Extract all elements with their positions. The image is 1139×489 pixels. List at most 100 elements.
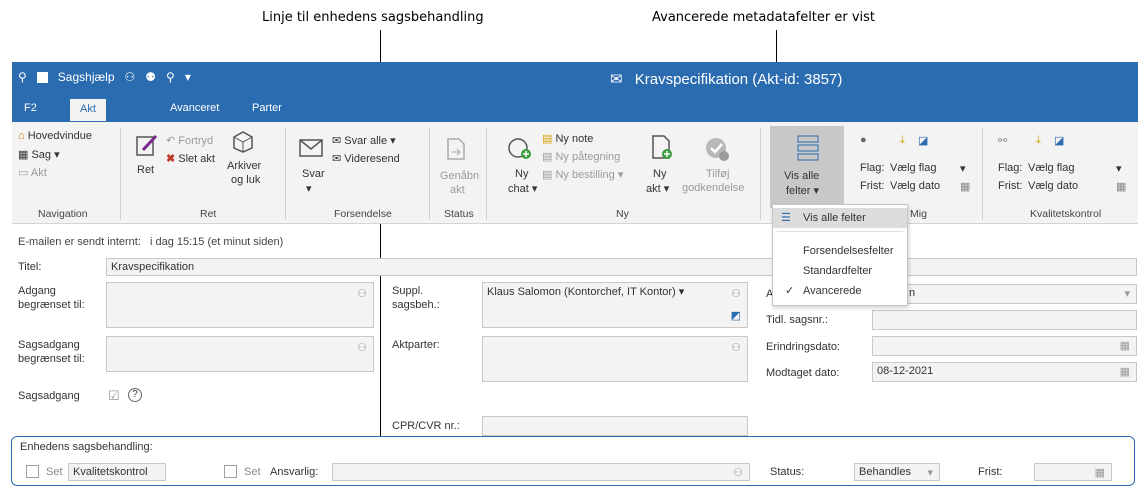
users-icon[interactable]: ⚇ bbox=[125, 70, 136, 84]
svar-dropdown[interactable]: ▾ bbox=[306, 182, 312, 195]
tidl-sagsnr-field[interactable] bbox=[872, 310, 1137, 330]
mig-flag-dropdown-icon[interactable]: ▾ bbox=[960, 162, 966, 175]
titel-field[interactable]: Kravspecifikation bbox=[106, 258, 1137, 276]
mail-icon: ✉ bbox=[610, 71, 623, 88]
akt-button[interactable]: ▭ Akt bbox=[18, 166, 47, 179]
cpr-field[interactable] bbox=[482, 416, 748, 436]
kvalitetskontrol-field[interactable]: Kvalitetskontrol bbox=[68, 463, 166, 481]
hierarchy-icon[interactable]: ⚲ bbox=[18, 70, 27, 84]
customize-icon[interactable]: ▾ bbox=[185, 70, 191, 84]
svar-alle-button[interactable]: ✉ Svar alle ▾ bbox=[332, 134, 396, 147]
hovedvindue-button[interactable]: ⌂ Hovedvindue bbox=[18, 130, 92, 142]
genaabn-button[interactable]: Genåbn bbox=[440, 170, 479, 182]
tilfoej-button-line2[interactable]: godkendelse bbox=[682, 182, 744, 194]
mig-frist-label: Frist: bbox=[860, 180, 885, 192]
genaabn-button-line2[interactable]: akt bbox=[450, 184, 465, 196]
ny-chat-button[interactable]: Ny bbox=[515, 168, 528, 180]
chevron-down-icon[interactable]: ▾ bbox=[1124, 287, 1130, 300]
ny-paategning-button[interactable]: ▤ Ny påtegning bbox=[542, 150, 620, 163]
videresend-button[interactable]: ✉ Videresend bbox=[332, 152, 400, 165]
edit-icon[interactable] bbox=[134, 132, 160, 158]
adgang-field[interactable]: ⚇ bbox=[106, 282, 374, 328]
check-icon[interactable]: ☑ bbox=[108, 388, 120, 404]
org-icon[interactable]: ⚉ bbox=[145, 70, 156, 84]
approval-icon[interactable] bbox=[704, 136, 730, 162]
calendar-icon[interactable]: ▦ bbox=[1095, 466, 1105, 479]
menu-item-forsendelse[interactable]: Forsendelsesfelter bbox=[773, 241, 907, 261]
group-label-ny: Ny bbox=[616, 208, 629, 220]
callout-advanced-label: Avancerede metadatafelter er vist bbox=[652, 10, 876, 25]
status-select[interactable]: Behandles ▾ bbox=[854, 463, 940, 481]
tab-parter[interactable]: Parter bbox=[252, 102, 282, 114]
set-checkbox-2[interactable] bbox=[224, 465, 237, 478]
tab-avanceret[interactable]: Avanceret bbox=[170, 102, 219, 114]
vis-alle-felter-button[interactable]: Vis alle felter ▾ bbox=[770, 126, 844, 208]
chevron-down-icon[interactable]: ▾ bbox=[927, 466, 933, 479]
link-icon[interactable]: ◩ bbox=[731, 309, 741, 322]
case-icon: ▦ bbox=[18, 149, 29, 161]
ret-button[interactable]: Ret bbox=[137, 164, 154, 176]
kvalitet-flag-dropdown-icon[interactable]: ▾ bbox=[1116, 162, 1122, 175]
ny-chat-dropdown[interactable]: chat ▾ bbox=[508, 182, 537, 195]
kvalitet-frist-select[interactable]: Vælg dato bbox=[1028, 180, 1078, 192]
calendar-icon[interactable]: ▦ bbox=[1120, 339, 1130, 352]
tab-f2[interactable]: F2 bbox=[24, 102, 37, 114]
sagsadgang-field[interactable]: ⚇ bbox=[106, 336, 374, 372]
ny-note-button[interactable]: ▤ Ny note bbox=[542, 132, 593, 145]
download-icon[interactable]: ⤓ bbox=[1036, 134, 1041, 147]
settings-icon[interactable]: ◪ bbox=[918, 134, 928, 147]
mig-flag-select[interactable]: Vælg flag bbox=[890, 162, 936, 174]
checkbox-icon[interactable] bbox=[36, 71, 48, 83]
ny-akt-button[interactable]: Ny bbox=[653, 168, 666, 180]
settings-icon[interactable]: ◪ bbox=[1054, 134, 1064, 147]
ny-akt-dropdown[interactable]: akt ▾ bbox=[646, 182, 669, 195]
menu-item-avancerede[interactable]: ✓ Avancerede bbox=[773, 281, 907, 301]
calendar-icon[interactable]: ▦ bbox=[960, 180, 970, 193]
download-icon[interactable]: ⤓ bbox=[900, 134, 905, 147]
set-checkbox-1[interactable] bbox=[26, 465, 39, 478]
users-icon[interactable]: ⚇ bbox=[733, 466, 743, 479]
advanced-select[interactable]: n ▾ bbox=[872, 284, 1137, 304]
users-icon[interactable]: ⚇ bbox=[357, 341, 367, 354]
svar-button[interactable]: Svar bbox=[302, 168, 325, 180]
arkiver-button-line2[interactable]: og luk bbox=[231, 174, 260, 186]
ansvarlig-field[interactable]: ⚇ bbox=[332, 463, 750, 481]
hierarchy-icon[interactable]: ⚯ bbox=[998, 134, 1007, 147]
frist-field[interactable]: ▦ bbox=[1034, 463, 1112, 481]
modtaget-dato-field[interactable]: 08-12-2021 ▦ bbox=[872, 362, 1137, 382]
kvalitet-frist-label: Frist: bbox=[998, 180, 1023, 192]
slet-akt-button[interactable]: ✖ Slet akt bbox=[166, 152, 215, 165]
reopen-icon[interactable] bbox=[442, 136, 468, 162]
users-icon[interactable]: ⚇ bbox=[357, 287, 367, 300]
separator bbox=[429, 128, 430, 220]
search-icon[interactable]: ⚲ bbox=[166, 70, 175, 84]
menu-item-standard[interactable]: Standardfelter bbox=[773, 261, 907, 281]
fortryd-button[interactable]: ↶ Fortryd bbox=[166, 134, 213, 147]
calendar-icon[interactable]: ▦ bbox=[1120, 365, 1130, 378]
order-icon: ▤ bbox=[542, 169, 553, 181]
archive-icon[interactable] bbox=[230, 128, 256, 154]
vis-alle-label: Vis alle bbox=[784, 170, 820, 182]
mig-frist-select[interactable]: Vælg dato bbox=[890, 180, 940, 192]
sagshjaelp-label[interactable]: Sagshjælp bbox=[58, 70, 115, 84]
help-icon[interactable]: ? bbox=[128, 388, 142, 402]
suppl-sagsbeh-value: Klaus Salomon (Kontorchef, IT Kontor) ▾ bbox=[487, 286, 685, 298]
erindringsdato-field[interactable]: ▦ bbox=[872, 336, 1137, 356]
arkiver-button[interactable]: Arkiver bbox=[227, 160, 261, 172]
menu-item-vis-alle[interactable]: ☰ Vis alle felter bbox=[773, 208, 907, 228]
sag-button[interactable]: ▦ Sag ▾ bbox=[18, 148, 60, 161]
kvalitet-flag-select[interactable]: Vælg flag bbox=[1028, 162, 1074, 174]
chat-icon[interactable] bbox=[506, 136, 532, 162]
aktparter-field[interactable]: ⚇ bbox=[482, 336, 748, 382]
users-icon[interactable]: ⚇ bbox=[731, 341, 741, 354]
suppl-sagsbeh-field[interactable]: Klaus Salomon (Kontorchef, IT Kontor) ▾ … bbox=[482, 282, 748, 328]
tab-akt[interactable]: Akt bbox=[70, 99, 106, 121]
users-icon[interactable]: ⚇ bbox=[731, 287, 741, 300]
calendar-icon[interactable]: ▦ bbox=[1116, 180, 1126, 193]
reply-mail-icon[interactable] bbox=[298, 136, 324, 162]
ny-bestilling-button[interactable]: ▤ Ny bestilling ▾ bbox=[542, 168, 623, 181]
new-document-icon[interactable] bbox=[648, 134, 674, 160]
sent-status-time: i dag 15:15 (et minut siden) bbox=[149, 236, 284, 248]
ribbon-tabs: F2 Akt Avanceret Parter bbox=[12, 96, 1138, 122]
tilfoej-button[interactable]: Tilføj bbox=[706, 168, 729, 180]
